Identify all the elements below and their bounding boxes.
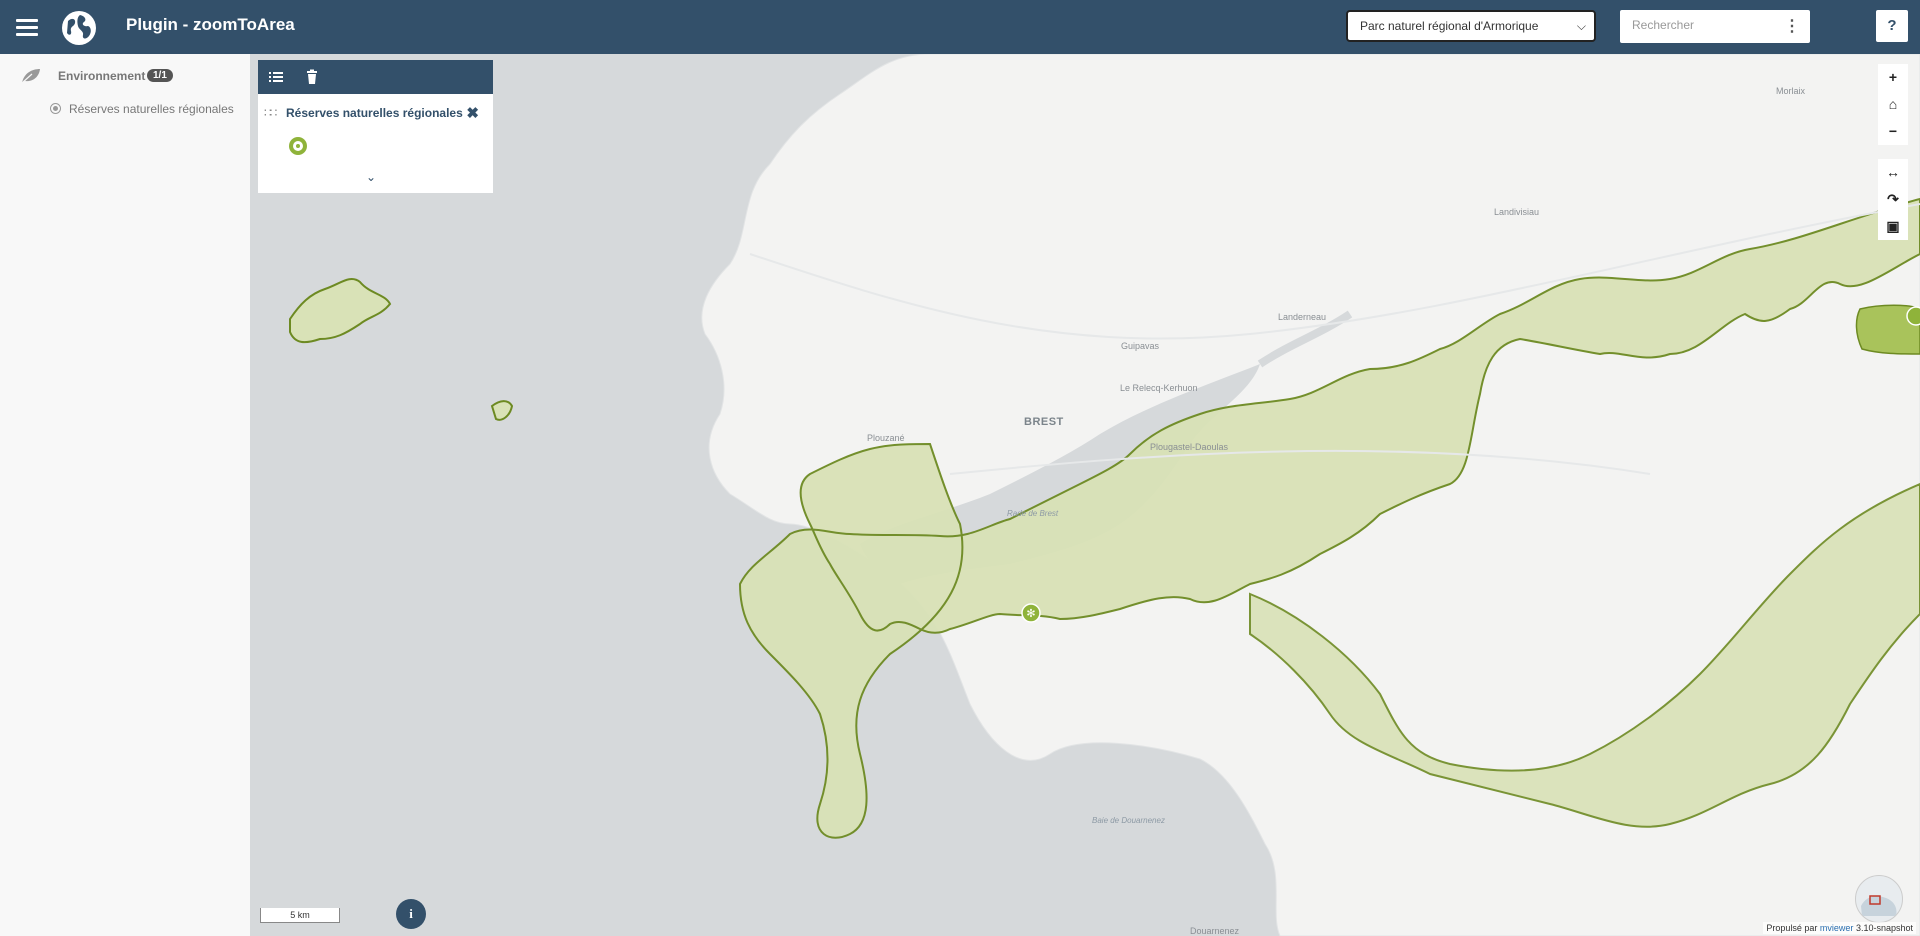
legend-layer-row: ∷∷ Réserves naturelles régionales ✖ <box>264 104 487 124</box>
help-button[interactable]: ? <box>1876 10 1908 42</box>
home-button[interactable]: ⌂ <box>1878 91 1908 118</box>
trash-icon[interactable] <box>304 69 320 85</box>
more-options-icon[interactable]: ⋮ <box>1784 16 1800 36</box>
legend-layer-title: Réserves naturelles régionales <box>286 106 463 120</box>
layer-radio-icon[interactable] <box>50 103 61 114</box>
map-canvas[interactable]: ✻ Morlaix Landivisiau Landerneau Guipava… <box>250 54 1920 936</box>
image-export-icon[interactable]: ▣ <box>1878 213 1908 240</box>
attribution: Propulsé par mviewer 3.10-snapshot <box>1763 922 1916 934</box>
map-label-landivisiau: Landivisiau <box>1494 207 1540 217</box>
map-label-douarnenez: Douarnenez <box>1190 926 1240 936</box>
legend-toolbar <box>258 60 493 94</box>
zoom-controls: + ⌂ − <box>1878 64 1908 145</box>
reserve-marker-icon[interactable]: ✻ <box>1021 603 1041 623</box>
svg-text:✻: ✻ <box>1026 607 1035 620</box>
reserve-marker-icon[interactable] <box>1906 306 1920 326</box>
search-box: ⋮ <box>1620 10 1810 43</box>
overview-svg <box>1861 895 1897 916</box>
measure-icon[interactable]: ↔ <box>1878 159 1908 186</box>
share-icon[interactable]: ↷ <box>1878 186 1908 213</box>
list-icon[interactable] <box>268 69 284 85</box>
map-svg: ✻ <box>289 54 1920 936</box>
zoom-in-button[interactable]: + <box>1878 64 1908 91</box>
search-input[interactable] <box>1630 17 1784 33</box>
sidebar: Environnement 1/1 Réserves naturelles ré… <box>0 54 250 936</box>
area-select[interactable]: Parc naturel régional d'Armorique ⌵ <box>1346 10 1596 42</box>
chevron-down-icon[interactable]: ⌄ <box>366 170 376 184</box>
map-label-rade-de-brest: Rade de Brest <box>1007 509 1059 518</box>
legend-panel: ∷∷ Réserves naturelles régionales ✖ ⌄ <box>258 60 493 193</box>
app-title: Plugin - zoomToArea <box>126 15 295 34</box>
tool-controls: ↔ ↷ ▣ <box>1878 159 1908 240</box>
drag-handle-icon[interactable]: ∷∷ <box>264 106 277 120</box>
mviewer-link[interactable]: mviewer <box>1820 923 1854 933</box>
island-ouessant <box>289 278 392 344</box>
menu-icon[interactable] <box>16 16 38 38</box>
area-select-value: Parc naturel régional d'Armorique <box>1360 19 1539 33</box>
island-molene <box>490 400 514 421</box>
map-label-plougastel-daoulas: Plougastel-Daoulas <box>1150 442 1229 452</box>
overview-map[interactable] <box>1855 875 1903 923</box>
map-label-brest: BREST <box>1024 416 1064 428</box>
map-label-le-relecq-kerhuon: Le Relecq-Kerhuon <box>1120 383 1198 393</box>
reserve-symbol-icon <box>289 137 307 155</box>
map-label-landerneau: Landerneau <box>1278 312 1327 322</box>
info-button[interactable]: i <box>396 899 426 929</box>
theme-name: Environnement <box>58 69 146 83</box>
map-label-baie-de-douarnenez: Baie de Douarnenez <box>1092 816 1165 825</box>
close-icon[interactable]: ✖ <box>466 104 479 122</box>
globe-logo-icon <box>62 11 96 45</box>
zoom-out-button[interactable]: − <box>1878 118 1908 145</box>
theme-count-badge: 1/1 <box>147 69 173 82</box>
top-bar: Plugin - zoomToArea Parc naturel régiona… <box>0 0 1920 54</box>
attribution-version: 3.10-snapshot <box>1855 923 1913 933</box>
map-label-morlaix: Morlaix <box>1776 86 1806 96</box>
layer-item-reserves[interactable]: Réserves naturelles régionales <box>50 102 234 116</box>
leaf-icon <box>21 69 40 84</box>
scale-bar: 5 km <box>260 908 340 923</box>
attribution-prefix: Propulsé par <box>1766 923 1818 933</box>
chevron-down-icon: ⌵ <box>1576 19 1586 33</box>
layer-item-label: Réserves naturelles régionales <box>69 102 234 116</box>
map-label-guipavas: Guipavas <box>1121 341 1160 351</box>
map-label-plouzane: Plouzané <box>867 433 905 443</box>
